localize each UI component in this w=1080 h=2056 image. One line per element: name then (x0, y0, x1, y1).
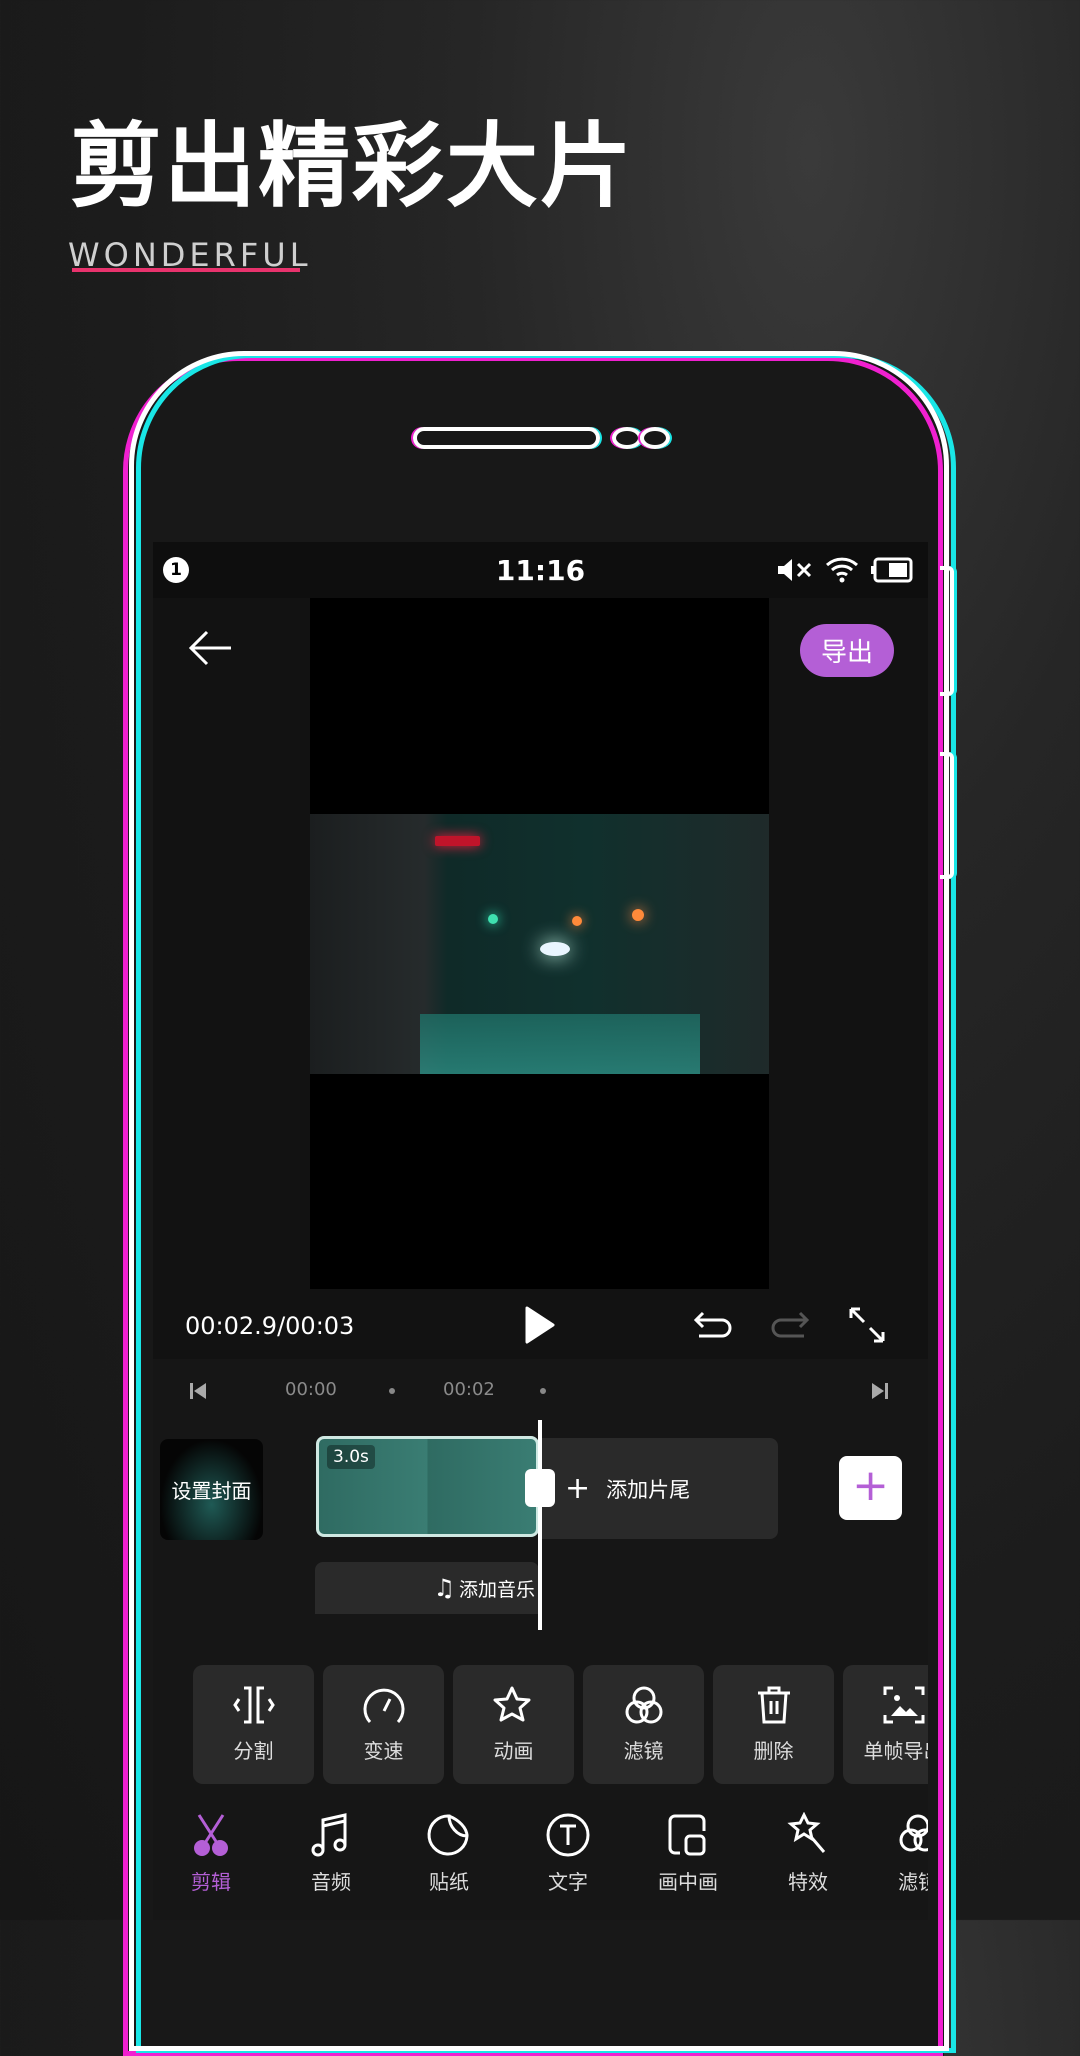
nav-pip[interactable]: 画中画 (633, 1812, 743, 1895)
video-frame (310, 814, 769, 1074)
tool-label: 分割 (233, 1739, 274, 1763)
frame-export-icon (883, 1686, 924, 1724)
pip-icon (668, 1814, 706, 1856)
speed-icon (363, 1688, 404, 1724)
plus-icon: + (565, 1471, 591, 1506)
sticker-icon (427, 1814, 469, 1856)
nav-text[interactable]: 文字 (513, 1812, 623, 1895)
nav-label: 滤镜 (898, 1870, 928, 1894)
tool-animation[interactable]: 动画 (453, 1665, 574, 1784)
nav-sticker[interactable]: 贴纸 (394, 1812, 504, 1895)
status-time: 11:16 (495, 554, 586, 587)
status-bar: 1 11:16 (153, 542, 928, 598)
music-note-icon: ♫ (433, 1574, 455, 1602)
add-ending-button[interactable]: + 添加片尾 (539, 1438, 778, 1539)
play-icon[interactable] (525, 1306, 555, 1344)
nav-audio[interactable]: 音频 (276, 1812, 386, 1895)
tool-frame-export[interactable]: 单帧导出 (843, 1665, 928, 1784)
skip-start-icon[interactable] (189, 1381, 207, 1401)
set-cover-label: 设置封面 (171, 1479, 252, 1503)
add-music-button[interactable]: ♫ 添加音乐 (315, 1562, 539, 1614)
video-streetlight (632, 909, 644, 921)
set-cover-button[interactable]: 设置封面 (160, 1439, 263, 1540)
scissors-icon (194, 1814, 228, 1856)
nav-effects[interactable]: 特效 (753, 1812, 863, 1895)
tool-label: 变速 (363, 1739, 404, 1763)
phone-camera (612, 427, 642, 449)
clip-duration: 3.0s (327, 1445, 375, 1469)
nav-filter[interactable]: 滤镜 (863, 1812, 928, 1895)
tool-label: 滤镜 (623, 1739, 664, 1763)
ruler-tick: 00:00 (285, 1379, 337, 1400)
redo-icon[interactable] (770, 1310, 810, 1340)
tool-filter[interactable]: 滤镜 (583, 1665, 704, 1784)
plus-icon: + (852, 1460, 889, 1511)
video-clip[interactable]: 3.0s (316, 1436, 539, 1537)
tool-speed[interactable]: 变速 (323, 1665, 444, 1784)
ruler-dot (540, 1388, 546, 1394)
tool-label: 单帧导出 (863, 1739, 929, 1763)
playhead[interactable] (538, 1420, 542, 1630)
effects-wand-icon (787, 1812, 826, 1853)
nav-edit[interactable]: 剪辑 (156, 1812, 266, 1895)
video-streetlight (572, 916, 582, 926)
phone-side-button (940, 566, 954, 696)
fullscreen-icon[interactable] (848, 1306, 886, 1344)
add-ending-label: 添加片尾 (606, 1477, 691, 1502)
ruler-tick: 00:02 (443, 1379, 495, 1400)
add-clip-button[interactable]: + (839, 1456, 902, 1520)
timecode: 00:02.9/00:03 (185, 1312, 355, 1340)
nav-label: 剪辑 (191, 1870, 231, 1894)
nav-label: 音频 (311, 1870, 351, 1894)
nav-label: 特效 (788, 1870, 828, 1894)
trash-icon (757, 1686, 790, 1724)
phone-screen: 1 11:16 导出 00:02.9/00:03 00:00 00:02 设置封… (153, 542, 928, 1920)
filter-icon (899, 1814, 928, 1852)
text-icon (546, 1813, 590, 1857)
phone-sensor (640, 427, 670, 449)
video-neon-sign (435, 836, 480, 846)
video-snow (420, 1014, 700, 1074)
ruler-dot (389, 1388, 395, 1394)
tool-split[interactable]: 分割 (193, 1665, 314, 1784)
undo-icon[interactable] (693, 1310, 733, 1340)
filter-icon (625, 1686, 662, 1724)
nav-label: 文字 (548, 1870, 588, 1894)
video-streetlight (488, 914, 498, 924)
wifi-icon (825, 557, 859, 583)
add-music-label: 添加音乐 (458, 1578, 535, 1601)
headline-title: 剪出精彩大片 (70, 113, 635, 220)
tool-delete[interactable]: 删除 (713, 1665, 834, 1784)
video-preview[interactable] (310, 598, 769, 1289)
arrow-left-icon[interactable] (187, 628, 233, 668)
tool-label: 删除 (753, 1739, 794, 1763)
animation-star-icon (493, 1686, 530, 1722)
nav-label: 画中画 (658, 1870, 718, 1894)
subtitle-underline (72, 268, 300, 272)
notification-badge: 1 (163, 557, 189, 583)
tool-label: 动画 (493, 1739, 534, 1763)
mute-icon (778, 559, 812, 581)
phone-speaker (413, 427, 600, 449)
export-button[interactable]: 导出 (800, 624, 894, 677)
split-icon (232, 1686, 275, 1724)
nav-label: 贴纸 (429, 1870, 469, 1894)
battery-icon (871, 557, 913, 583)
video-headlights (540, 942, 570, 956)
skip-end-icon[interactable] (871, 1381, 889, 1401)
phone-side-button (940, 752, 954, 879)
clip-trim-handle[interactable] (525, 1469, 555, 1507)
music-note-icon (311, 1813, 347, 1857)
